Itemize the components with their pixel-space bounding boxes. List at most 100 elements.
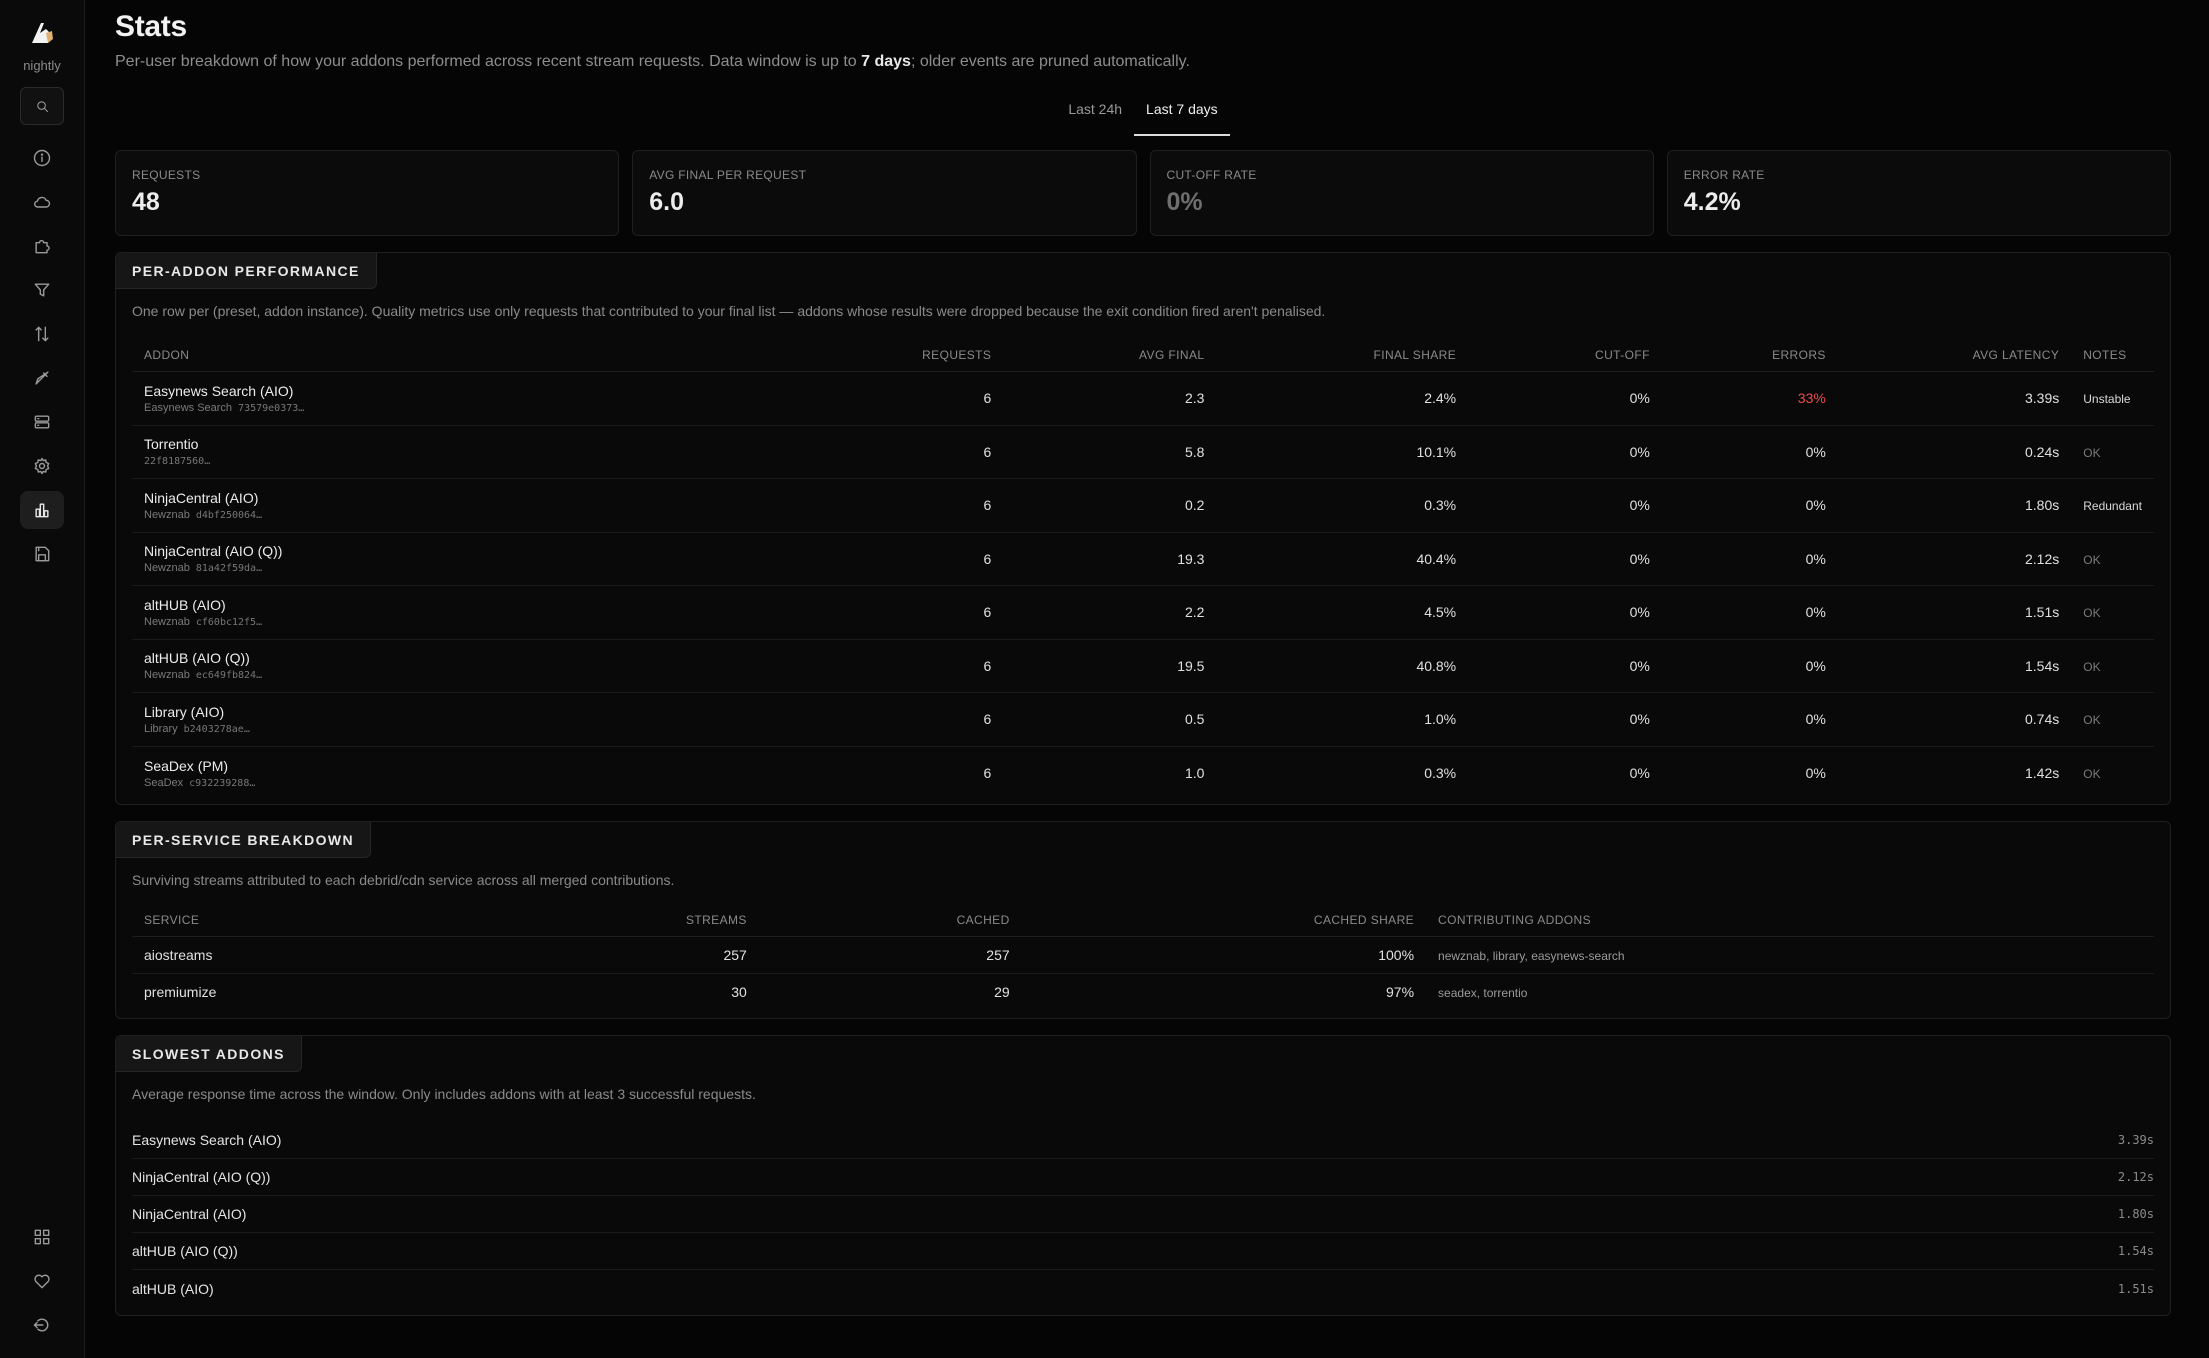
column-header[interactable]: NOTES xyxy=(2071,339,2154,372)
nav-settings[interactable] xyxy=(20,447,64,485)
cutoff-cell: 0% xyxy=(1468,692,1662,747)
column-header[interactable]: ADDON xyxy=(132,339,827,372)
nav-proxy[interactable] xyxy=(20,403,64,441)
nav-sorting[interactable] xyxy=(20,315,64,353)
addon-name: altHUB (AIO (Q)) xyxy=(144,650,250,667)
errors-cell: 33% xyxy=(1661,371,1838,426)
latency-cell: 1.80s xyxy=(1837,478,2072,533)
nav-save-install[interactable] xyxy=(20,535,64,573)
slow-addon-name: NinjaCentral (AIO) xyxy=(132,1206,247,1222)
cached-cell: 29 xyxy=(994,983,1010,1000)
save-icon xyxy=(35,546,50,562)
nav-apps[interactable] xyxy=(20,1218,64,1256)
addon-cell: Library (AIO) Library b2403278ae… xyxy=(132,692,827,747)
app-logo[interactable] xyxy=(25,16,59,50)
sidebar: nightly xyxy=(0,0,85,1358)
table-row: Torrentio 22f8187560… 6 5.8 10.1% 0% 0% 0.24s OK xyxy=(132,425,2154,479)
table-row: altHUB (AIO (Q)) Newznab ec649fb824… 6 19.5 4… xyxy=(132,639,2154,693)
column-header[interactable]: CUT-OFF xyxy=(1468,339,1662,372)
final-share-cell: 40.8% xyxy=(1216,639,1469,693)
addon-table: ADDON REQUESTS AVG FINAL FINAL SHARE CUT… xyxy=(132,339,2154,800)
kpi-value: 48 xyxy=(132,188,160,216)
notes-cell: OK xyxy=(2071,692,2154,747)
nav-filters[interactable] xyxy=(20,271,64,309)
cutoff-cell: 0% xyxy=(1468,478,1662,533)
kpi-row: REQUESTS 48 AVG FINAL PER REQUEST 6.0 CU… xyxy=(115,150,2171,236)
list-item: NinjaCentral (AIO) 1.80s xyxy=(132,1196,2154,1233)
latency-cell: 1.42s xyxy=(2024,765,2060,781)
addon-hash: b2403278ae… xyxy=(183,723,250,735)
time-window-tabs: Last 24h Last 7 days xyxy=(115,93,2171,136)
final-share-cell: 4.5% xyxy=(1216,585,1469,640)
nav-addons[interactable] xyxy=(20,227,64,265)
panel-description: Surviving streams attributed to each deb… xyxy=(132,871,675,888)
requests-cell: 6 xyxy=(826,478,1004,533)
logout-icon xyxy=(33,1318,49,1332)
table-row: SeaDex (PM) SeaDex c932239288… 6 1.0 0.3% 0% 0%… xyxy=(132,746,2154,800)
column-header[interactable]: FINAL SHARE xyxy=(1216,339,1469,372)
latency-cell: 0.24s xyxy=(1837,425,2072,479)
cached-share-cell: 97% xyxy=(1386,983,1415,1000)
slow-addon-name: NinjaCentral (AIO (Q)) xyxy=(132,1169,271,1185)
addon-cell: SeaDex (PM) SeaDex c932239288… xyxy=(132,746,826,800)
tab-last-24h[interactable]: Last 24h xyxy=(1056,93,1134,136)
kpi-value: 6.0 xyxy=(649,188,685,216)
table-row: NinjaCentral (AIO (Q)) Newznab 81a42f59da…… xyxy=(132,532,2154,586)
desc-window: 7 days xyxy=(861,53,911,70)
streams-cell: 257 xyxy=(617,936,759,974)
column-header[interactable]: ERRORS xyxy=(1661,339,1838,372)
cutoff-cell: 0% xyxy=(1629,765,1650,781)
addon-cell: NinjaCentral (AIO) Newznab d4bf250064… xyxy=(132,478,827,533)
panel-description: One row per (preset, addon instance). Qu… xyxy=(132,303,1326,319)
tab-last-7-days[interactable]: Last 7 days xyxy=(1134,93,1230,136)
kpi-card-requests: REQUESTS 48 xyxy=(115,150,620,236)
cached-share-cell: 100% xyxy=(1021,936,1427,974)
avg-final-cell: 1.0 xyxy=(1184,765,1205,781)
slow-addon-latency: 2.12s xyxy=(2117,1170,2154,1184)
notes-cell: Redundant xyxy=(2071,478,2154,533)
status-note: OK xyxy=(2083,445,2101,460)
panel-title: SLOWEST ADDONS xyxy=(116,1036,302,1072)
final-share-cell: 0.3% xyxy=(1216,478,1469,533)
list-item: NinjaCentral (AIO (Q)) 2.12s xyxy=(132,1159,2154,1196)
nav-stats[interactable] xyxy=(20,491,64,529)
addon-table-body: Easynews Search (AIO) Easynews Search 7357… xyxy=(132,371,2154,800)
addon-hash: 73579e0373… xyxy=(238,402,305,414)
final-share-cell: 0.3% xyxy=(1424,765,1457,781)
column-header[interactable]: REQUESTS xyxy=(826,339,1004,372)
addon-cell: NinjaCentral (AIO (Q)) Newznab 81a42f59da… xyxy=(132,532,827,586)
addon-preset: SeaDex xyxy=(144,776,184,789)
nav-logout[interactable] xyxy=(20,1306,64,1344)
addon-hash: 22f8187560… xyxy=(144,456,211,468)
brush-icon xyxy=(35,371,49,385)
avg-final-cell: 19.3 xyxy=(1003,532,1217,586)
nav-about[interactable] xyxy=(20,139,64,177)
nav-formatter[interactable] xyxy=(20,359,64,397)
nav-support[interactable] xyxy=(20,1262,64,1300)
notes-cell: OK xyxy=(2071,585,2154,640)
avg-final-cell: 2.2 xyxy=(1003,585,1217,640)
errors-cell: 0% xyxy=(1805,765,1826,781)
kpi-label: CUT-OFF RATE xyxy=(1166,168,1257,182)
addon-hash: cf60bc12f5… xyxy=(195,616,263,628)
status-note: OK xyxy=(2083,713,2101,728)
heart-icon xyxy=(34,1274,50,1289)
page-title: Stats xyxy=(115,10,187,43)
contributing-addons-cell: seadex, torrentio xyxy=(1426,973,2154,1010)
release-channel: nightly xyxy=(23,58,61,73)
requests-cell: 6 xyxy=(826,692,1004,747)
column-header[interactable]: AVG LATENCY xyxy=(1837,339,2072,372)
desc-text: Per-user breakdown of how your addons pe… xyxy=(115,53,862,70)
table-row: Easynews Search (AIO) Easynews Search 7357… xyxy=(132,371,2154,426)
list-item: Easynews Search (AIO) 3.39s xyxy=(132,1122,2154,1159)
kpi-value: 4.2% xyxy=(1683,188,1741,216)
nav-services[interactable] xyxy=(20,183,64,221)
errors-cell: 0% xyxy=(1661,585,1838,640)
contributing-addons: seadex, torrentio xyxy=(1438,985,1528,1000)
slow-addon-latency: 1.54s xyxy=(2117,1244,2154,1258)
column-header[interactable]: AVG FINAL xyxy=(1003,339,1217,372)
status-note: Redundant xyxy=(2083,499,2142,514)
slow-addon-latency: 1.80s xyxy=(2117,1207,2154,1221)
search-button[interactable] xyxy=(20,87,64,125)
page-description: Per-user breakdown of how your addons pe… xyxy=(115,53,2171,71)
